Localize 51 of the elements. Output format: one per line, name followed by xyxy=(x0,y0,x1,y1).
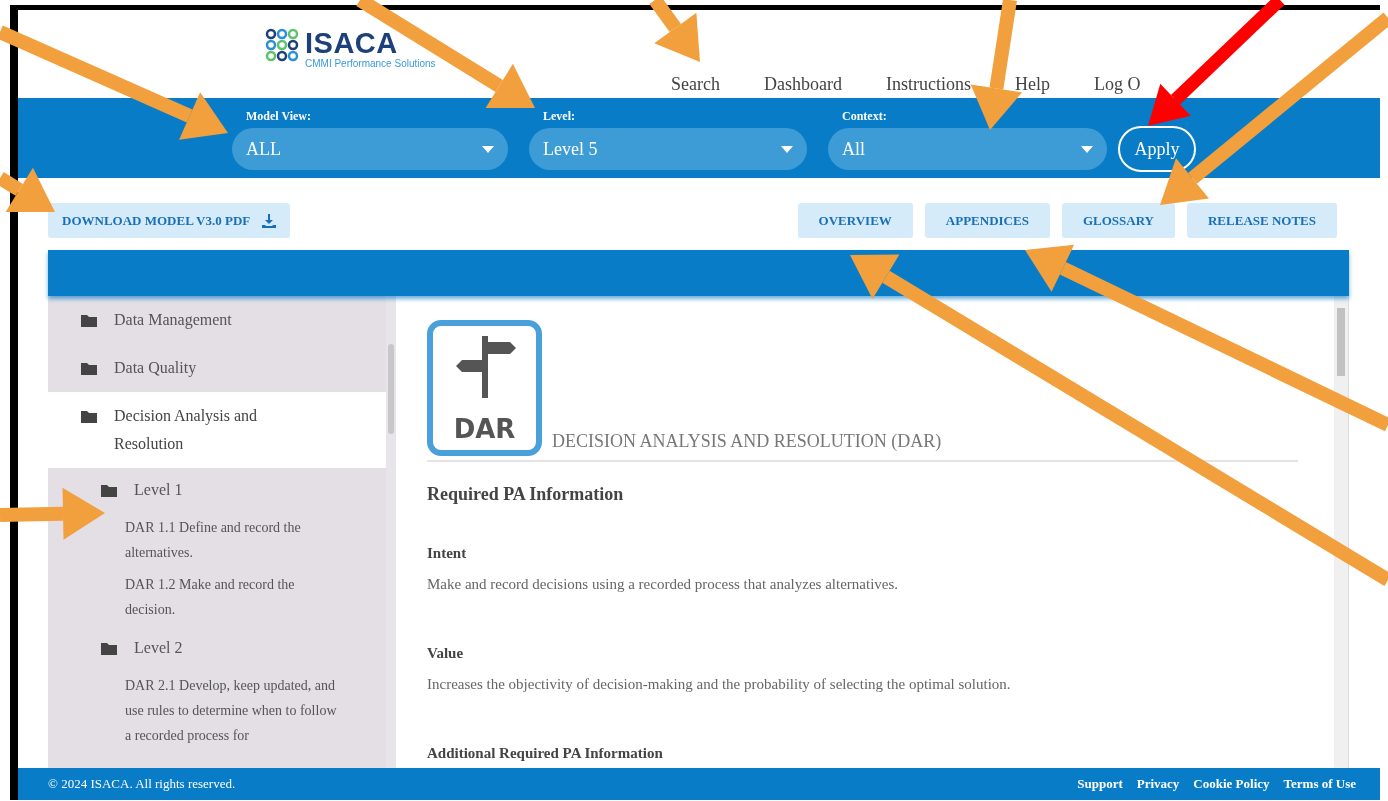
footer-link[interactable]: Cookie Policy xyxy=(1193,776,1270,792)
subsection-heading: Value xyxy=(427,645,465,662)
sidebar-item[interactable]: Data Management xyxy=(48,296,386,344)
sidebar-practice-link[interactable]: DAR 1.2 Make and record the decision. xyxy=(48,569,386,626)
logo-rings-icon xyxy=(265,28,299,62)
folder-icon xyxy=(80,360,98,376)
footer-link[interactable]: Terms of Use xyxy=(1283,776,1356,792)
section-button[interactable]: GLOSSARY xyxy=(1061,203,1175,238)
download-button[interactable]: DOWNLOAD MODEL V3.0 PDF xyxy=(48,203,291,238)
sidebar-scrollbar[interactable] xyxy=(386,296,396,768)
section-heading: Required PA Information xyxy=(427,484,625,505)
sidebar-item[interactable]: Level 1 xyxy=(48,468,386,512)
logo-tagline: CMMI Performance Solutions xyxy=(305,58,436,69)
content-scrollbar[interactable] xyxy=(1334,296,1348,768)
subsection-text: Make and record decisions using a recorded process that analyzes alternatives. xyxy=(427,576,900,593)
section-button[interactable]: APPENDICES xyxy=(924,203,1050,238)
nav-link[interactable]: Search xyxy=(671,74,720,95)
sidebar-item[interactable]: Decision Analysis and Resolution xyxy=(48,392,386,468)
folder-icon xyxy=(80,312,98,328)
footer-link[interactable]: Privacy xyxy=(1136,776,1180,792)
filter-dropdown[interactable]: Level 5 xyxy=(529,128,807,170)
nav-link[interactable]: Log O xyxy=(1093,74,1141,95)
copyright-text: © 2024 ISACA. All rights reserved. xyxy=(48,776,236,792)
section-button[interactable]: RELEASE NOTES xyxy=(1187,203,1337,238)
folder-icon xyxy=(100,640,118,656)
download-icon xyxy=(262,213,277,228)
section-button[interactable]: OVERVIEW xyxy=(797,203,913,238)
folder-icon xyxy=(80,408,98,424)
folder-icon xyxy=(100,482,118,498)
sidebar-item[interactable]: Data Quality xyxy=(48,344,386,392)
footer-link[interactable]: Support xyxy=(1077,776,1123,792)
process-area-badge: DAR xyxy=(427,320,542,456)
filter-label: Model View: xyxy=(245,109,312,124)
subsection-text: Increases the objectivity of decision-making and the probability of selecting the optimal solution. xyxy=(427,676,1012,693)
sidebar-practice-link[interactable]: DAR 2.1 Develop, keep updated, and use rules to determine when to follow a recorded process for xyxy=(48,670,386,752)
nav-link[interactable]: Dashboard xyxy=(764,74,842,95)
dropdown-caret-icon xyxy=(781,145,793,153)
process-area-title: DECISION ANALYSIS AND RESOLUTION (DAR) xyxy=(552,431,942,453)
subsection-heading: Intent xyxy=(427,545,468,562)
filter-dropdown[interactable]: ALL xyxy=(232,128,508,170)
filter-label: Level: xyxy=(542,109,576,124)
filter-dropdown[interactable]: All xyxy=(828,128,1107,170)
logo-wordmark: ISACA xyxy=(305,28,399,58)
nav-link[interactable]: Instructions xyxy=(885,74,971,95)
filter-label: Context: xyxy=(841,109,888,124)
sidebar-practice-link[interactable]: DAR 1.1 Define and record the alternatives. xyxy=(48,512,386,569)
nav-link[interactable]: Help xyxy=(1014,74,1050,95)
subsection-heading: Additional Required PA Information xyxy=(427,745,664,762)
dropdown-caret-icon xyxy=(1081,145,1093,153)
sidebar-item[interactable]: Level 2 xyxy=(48,626,386,670)
dropdown-caret-icon xyxy=(482,145,494,153)
